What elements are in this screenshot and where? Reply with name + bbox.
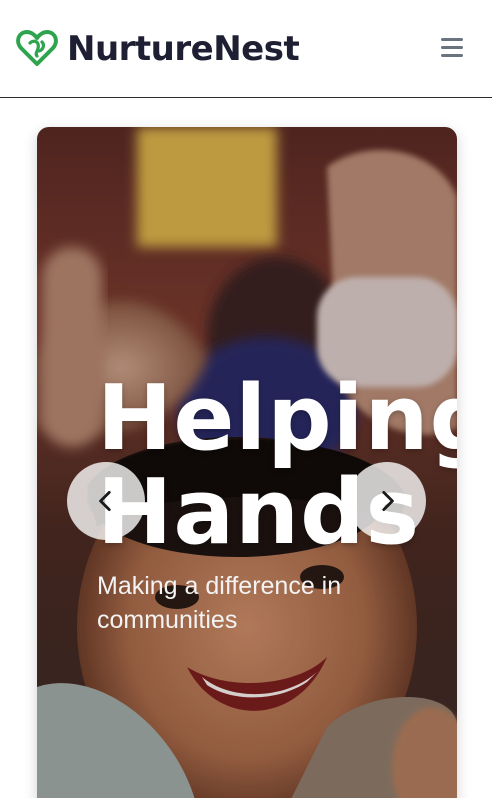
site-header: NurtureNest: [0, 0, 492, 98]
menu-line: [441, 46, 463, 49]
chevron-right-icon: [382, 490, 394, 512]
hero-carousel: Helping Hands Making a difference in com…: [37, 127, 457, 798]
heart-logo-icon[interactable]: [16, 29, 58, 67]
hero-subtitle: Making a difference in communities: [97, 572, 342, 634]
carousel-next-button[interactable]: [348, 462, 426, 540]
brand-name[interactable]: NurtureNest: [67, 28, 300, 70]
menu-line: [441, 38, 463, 41]
chevron-left-icon: [99, 490, 111, 512]
carousel-prev-button[interactable]: [67, 462, 145, 540]
menu-line: [441, 54, 463, 57]
menu-button[interactable]: [436, 34, 468, 62]
